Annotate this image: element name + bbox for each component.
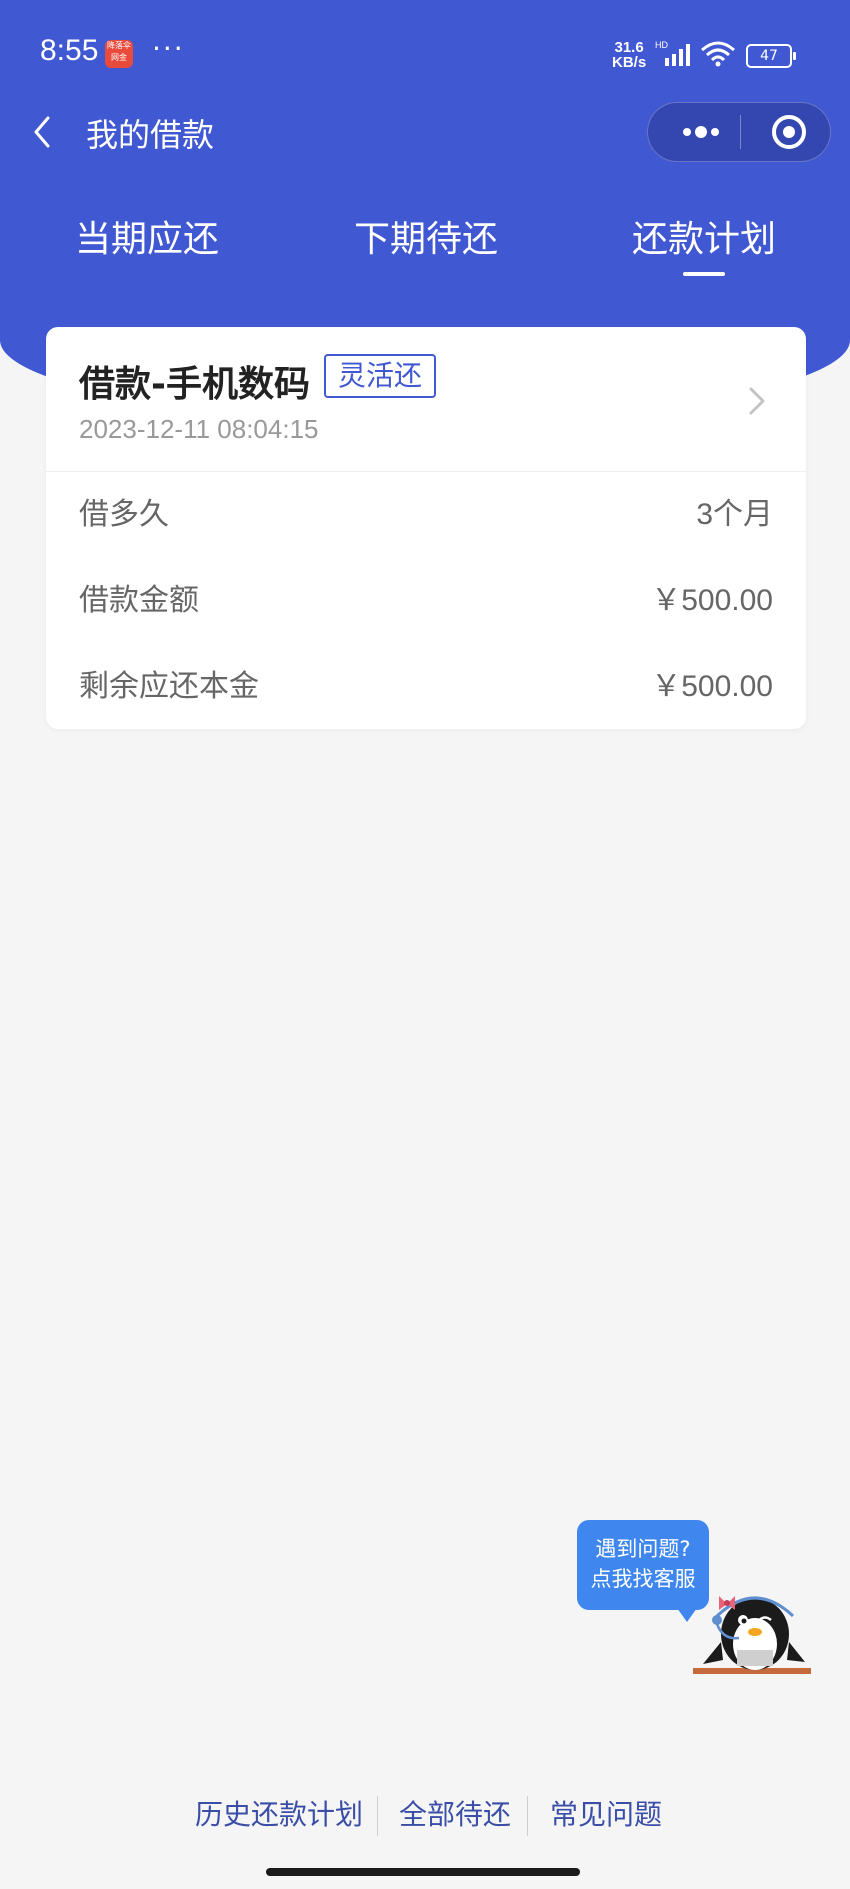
battery-icon: 47 <box>746 44 796 68</box>
loan-date: 2023-12-11 08:04:15 <box>79 414 319 444</box>
tab-current-due[interactable]: 当期应还 <box>27 210 267 262</box>
network-speed-unit: KB/s <box>612 54 647 71</box>
loan-term-label: 借多久 <box>79 497 169 532</box>
loan-title: 借款-手机数码 <box>79 364 310 405</box>
active-tab-indicator <box>683 272 725 276</box>
customer-service-bubble[interactable]: 遇到问题? 点我找客服 <box>577 1520 709 1622</box>
network-speed: 31.6 KB/s <box>612 40 646 70</box>
more-notifications-icon: ··· <box>152 32 185 65</box>
loan-card: 借款-手机数码 灵活还 2023-12-11 08:04:15 借多久 3个月 … <box>46 327 806 729</box>
page-title: 我的借款 <box>86 116 215 154</box>
remaining-principal-label: 剩余应还本金 <box>79 669 259 704</box>
loan-term-value: 3个月 <box>696 498 773 531</box>
app-notification-icon: 降落伞 网金 <box>105 40 133 68</box>
loan-term-row: 借多久 3个月 <box>46 485 806 545</box>
remaining-principal-value: ￥500.00 <box>651 670 773 703</box>
more-icon[interactable] <box>668 103 738 161</box>
history-plan-link[interactable]: 历史还款计划 <box>195 1790 363 1840</box>
loan-amount-value: ￥500.00 <box>651 584 773 617</box>
loan-amount-label: 借款金额 <box>79 583 199 618</box>
customer-service-line2: 点我找客服 <box>590 1567 696 1591</box>
status-bar: 8:55 降落伞 网金 ··· 31.6 KB/s HD 47 <box>0 0 850 110</box>
footer-divider <box>527 1796 528 1836</box>
capsule-divider <box>740 115 741 149</box>
footer-links: 历史还款计划 全部待还 常见问题 <box>0 1790 850 1840</box>
network-type-label: HD <box>655 40 668 50</box>
home-indicator[interactable] <box>266 1868 580 1876</box>
network-speed-value: 31.6 <box>614 39 644 56</box>
all-due-link[interactable]: 全部待还 <box>399 1790 511 1840</box>
customer-service-widget[interactable]: 遇到问题? 点我找客服 <box>577 1520 817 1680</box>
footer-divider <box>377 1796 378 1836</box>
close-miniprogram-icon[interactable] <box>754 103 824 161</box>
wifi-icon <box>701 41 735 67</box>
miniprogram-capsule <box>647 102 831 162</box>
faq-link[interactable]: 常见问题 <box>550 1790 662 1840</box>
tab-next-due[interactable]: 下期待还 <box>306 210 546 262</box>
app-notification-icon-label: 降落伞 网金 <box>107 41 131 62</box>
chevron-right-icon <box>749 387 765 415</box>
cellular-signal-icon: HD <box>655 40 690 66</box>
battery-level: 47 <box>760 48 778 64</box>
customer-service-line1: 遇到问题? <box>595 1537 691 1561</box>
penguin-mascot-icon[interactable] <box>693 1582 815 1678</box>
back-icon[interactable] <box>28 112 58 152</box>
status-time: 8:55 <box>40 34 99 67</box>
tab-repayment-plan[interactable]: 还款计划 <box>584 210 824 262</box>
loan-amount-row: 借款金额 ￥500.00 <box>46 571 806 631</box>
remaining-principal-row: 剩余应还本金 ￥500.00 <box>46 657 806 717</box>
repayment-type-badge: 灵活还 <box>324 354 437 398</box>
loan-card-header[interactable]: 借款-手机数码 灵活还 2023-12-11 08:04:15 <box>46 327 806 472</box>
tab-bar: 当期应还 下期待还 还款计划 <box>0 200 850 280</box>
